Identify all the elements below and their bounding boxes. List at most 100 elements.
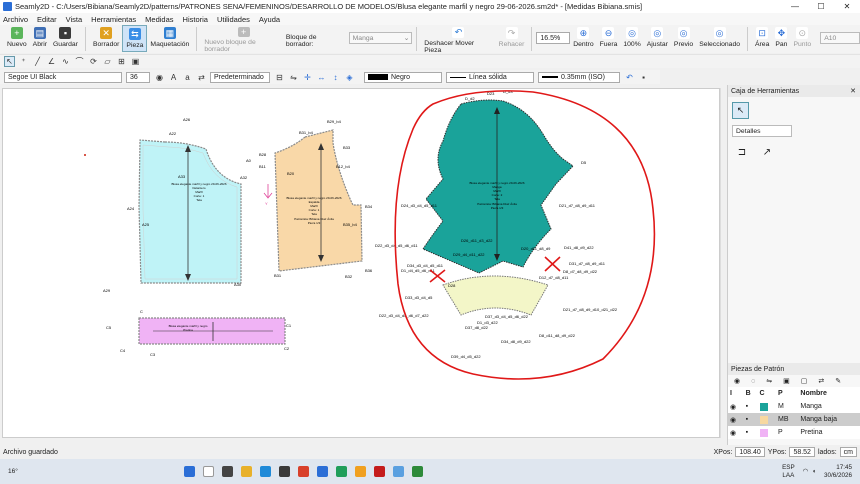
angle-tool-icon[interactable]: ∠ xyxy=(46,56,57,67)
details-button[interactable]: Detalles xyxy=(732,125,792,137)
back-piece[interactable]: Blusa elegante marfil y negro 29-06-2026… xyxy=(259,119,373,279)
pan-button[interactable]: ✥ Pan xyxy=(772,25,790,52)
pdf-icon[interactable] xyxy=(374,466,385,477)
font-size-select[interactable]: 36 xyxy=(126,71,150,83)
waistband-piece[interactable]: Blusa elegante marfil y negro Pretina C … xyxy=(106,309,292,357)
unit-value[interactable]: cm xyxy=(839,447,857,457)
word-icon[interactable] xyxy=(317,466,328,477)
draft-block-select[interactable]: Manga ⌄ xyxy=(348,32,413,44)
open-button[interactable]: ▤ Abrir xyxy=(30,25,50,52)
font-smaller-icon[interactable]: a xyxy=(182,72,193,83)
mode-select[interactable]: Predeterminado xyxy=(210,71,270,83)
menu-medidas[interactable]: Medidas xyxy=(145,15,173,24)
table-row[interactable]: ◉ ▪ M Manga xyxy=(728,400,860,413)
menu-historia[interactable]: Historia xyxy=(183,15,208,24)
table-row[interactable]: ◉ ▪ MB Manga baja xyxy=(728,413,860,426)
align-icon[interactable]: ⊟ xyxy=(274,72,285,83)
zoom-fit-button[interactable]: ◎ Ajustar xyxy=(644,25,671,52)
menu-vista[interactable]: Vista xyxy=(66,15,83,24)
zoom-selected-button[interactable]: ◎ Seleccionado xyxy=(696,25,743,52)
file-explorer-icon[interactable] xyxy=(241,466,252,477)
new-draft-block-button[interactable]: + Nuevo bloque de borrador xyxy=(201,25,286,53)
font-select[interactable]: Segoe UI Black xyxy=(4,71,122,83)
excel-icon[interactable] xyxy=(336,466,347,477)
close-button[interactable]: ✕ xyxy=(834,2,860,11)
unlock-icon[interactable]: ▢ xyxy=(801,377,808,385)
eye-icon[interactable]: ◉ xyxy=(154,72,165,83)
lock-icon[interactable]: ▪ xyxy=(744,426,758,439)
draft-mode-button[interactable]: ✕ Borrador xyxy=(90,25,122,52)
detail-tool-icon[interactable]: ▱ xyxy=(102,56,113,67)
color-select[interactable]: Negro xyxy=(364,71,442,83)
clock[interactable]: 17:45 30/6/2026 xyxy=(824,464,852,480)
sleeve-piece[interactable]: Blusa elegante marfil y negro 29-06-2026… xyxy=(375,89,606,280)
zoom-in-button[interactable]: ⊕ Dentro xyxy=(570,25,596,52)
curve-tool-icon[interactable]: ∿ xyxy=(60,56,71,67)
front-piece[interactable]: Blusa elegante marfil y negro 29-06-2026… xyxy=(103,117,252,293)
toggle-icon[interactable]: ⇄ xyxy=(196,72,207,83)
lock-icon[interactable]: ▪ xyxy=(743,413,758,426)
cross-move-icon[interactable]: ✛ xyxy=(302,72,313,83)
volume-icon[interactable]: ◖ xyxy=(812,468,816,475)
start-icon[interactable] xyxy=(184,466,195,477)
invert-visibility-icon[interactable]: ⇋ xyxy=(766,377,772,385)
save-props-icon[interactable]: ▪ xyxy=(638,72,649,83)
image-tool-icon[interactable]: ▣ xyxy=(130,56,141,67)
select-pointer-icon[interactable]: ↖ xyxy=(732,102,749,119)
swap-icon[interactable]: ⇄ xyxy=(818,377,824,385)
redo-button[interactable]: ↷ Rehacer xyxy=(496,25,528,52)
menu-editar[interactable]: Editar xyxy=(37,15,57,24)
paper-size-select[interactable]: A10 xyxy=(820,32,860,44)
search-icon[interactable] xyxy=(203,466,214,477)
new-button[interactable]: + Nuevo xyxy=(4,25,30,52)
undo-button[interactable]: ↶ Deshacer Mover Pieza xyxy=(421,25,495,54)
reset-icon[interactable]: ↶ xyxy=(624,72,635,83)
menu-archivo[interactable]: Archivo xyxy=(3,15,28,24)
horizontal-scrollbar[interactable] xyxy=(2,438,720,444)
arc-tool-icon[interactable]: ⌒ xyxy=(74,56,85,67)
edge-icon[interactable] xyxy=(260,466,271,477)
visible-icon[interactable]: ◉ xyxy=(728,413,744,426)
hide-all-icon[interactable]: ◌ xyxy=(751,378,755,385)
save-button[interactable]: ▪ Guardar xyxy=(50,25,81,52)
visible-icon[interactable]: ◉ xyxy=(728,400,744,413)
zoom-out-button[interactable]: ⊖ Fuera xyxy=(597,25,621,52)
v-arrows-icon[interactable]: ↕ xyxy=(330,72,341,83)
weather-widget[interactable]: 16° xyxy=(0,468,40,475)
pointer-icon[interactable]: ↖ xyxy=(4,56,15,67)
piece-mode-button[interactable]: ⇆ Pieza xyxy=(122,25,148,52)
rotate-tool-icon[interactable]: ⟳ xyxy=(88,56,99,67)
lock-icon[interactable]: ▣ xyxy=(783,377,790,385)
menu-utilidades[interactable]: Utilidades xyxy=(217,15,250,24)
show-all-icon[interactable]: ◉ xyxy=(734,377,740,385)
zoom-previous-button[interactable]: ◎ Previo xyxy=(671,25,696,52)
chrome-icon[interactable] xyxy=(355,466,366,477)
zoom-level-field[interactable]: 16.5% xyxy=(536,32,571,44)
menu-herramientas[interactable]: Herramientas xyxy=(91,15,136,24)
color-picker-icon[interactable]: ✎ xyxy=(835,377,841,385)
table-row[interactable]: ◉ ▪ P Pretina xyxy=(728,426,860,439)
store-icon[interactable] xyxy=(279,466,290,477)
minimize-button[interactable]: — xyxy=(782,2,808,11)
vertical-scrollbar[interactable] xyxy=(720,88,726,438)
layout-mode-button[interactable]: ▦ Maquetación xyxy=(147,25,192,52)
close-dock-icon[interactable]: ✕ xyxy=(850,87,856,95)
maximize-button[interactable]: ☐ xyxy=(808,2,834,11)
wifi-icon[interactable]: ◠ xyxy=(803,468,809,475)
line-tool-icon[interactable]: ╱ xyxy=(32,56,43,67)
line-type-select[interactable]: Línea sólida xyxy=(446,71,534,83)
export-piece-icon[interactable]: ↗ xyxy=(759,145,775,159)
task-view-icon[interactable] xyxy=(222,466,233,477)
office-icon[interactable] xyxy=(298,466,309,477)
lock-icon[interactable]: ▪ xyxy=(744,400,758,413)
pattern-canvas[interactable]: Blusa elegante marfil y negro 29-06-2026… xyxy=(2,88,720,438)
zoom-area-button[interactable]: ⊡ Área xyxy=(752,25,772,52)
h-arrows-icon[interactable]: ↔ xyxy=(316,72,327,83)
font-bigger-icon[interactable]: A xyxy=(168,72,179,83)
whatsapp-icon[interactable] xyxy=(412,466,423,477)
point-button[interactable]: ⊙ Punto xyxy=(790,25,814,52)
language-indicator[interactable]: ESP LAA xyxy=(782,464,795,480)
tag-icon[interactable]: ◈ xyxy=(344,72,355,83)
zoom-100-button[interactable]: ◎ 100% xyxy=(620,25,643,52)
seamly-taskbar-icon[interactable] xyxy=(393,466,404,477)
